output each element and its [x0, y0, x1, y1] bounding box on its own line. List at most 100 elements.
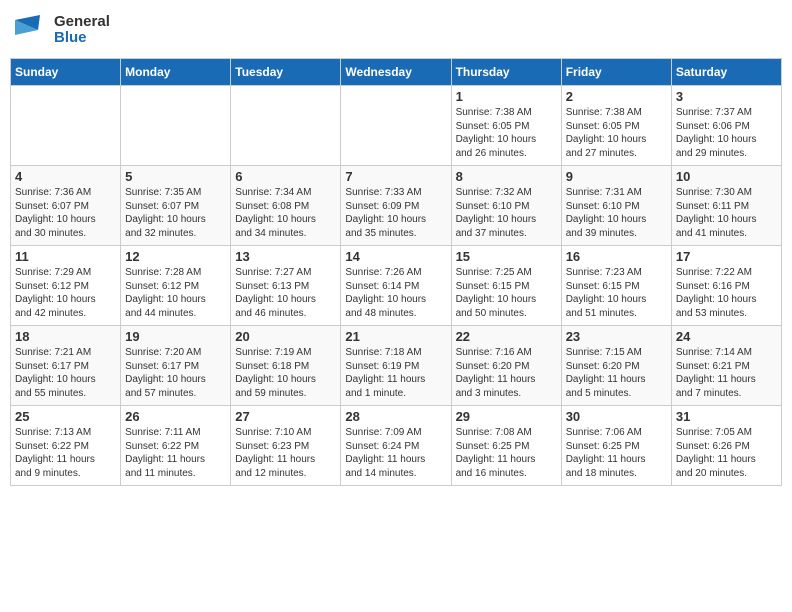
weekday-header: Tuesday: [231, 59, 341, 86]
calendar-cell: 5Sunrise: 7:35 AM Sunset: 6:07 PM Daylig…: [121, 166, 231, 246]
weekday-header: Monday: [121, 59, 231, 86]
calendar-cell: 20 Sunrise: 7:19 AM Sunset: 6:18 PM Dayli…: [231, 326, 341, 406]
day-number: 24: [676, 329, 777, 344]
day-info: Sunrise: 7:18 AM Sunset: 6:19 PM Dayligh…: [345, 346, 446, 400]
day-number: 18: [15, 329, 116, 344]
calendar-cell: 22Sunrise: 7:16 AM Sunset: 6:20 PM Dayli…: [451, 326, 561, 406]
day-info: Sunrise: 7:05 AM Sunset: 6:26 PM Dayligh…: [676, 426, 777, 480]
day-info: Sunrise: 7:09 AM Sunset: 6:24 PM Dayligh…: [345, 426, 446, 480]
day-info: Sunrise: 7:38 AM Sunset: 6:05 PM Dayligh…: [456, 106, 557, 160]
weekday-header: Wednesday: [341, 59, 451, 86]
day-info: Sunrise: 7:37 AM Sunset: 6:06 PM Dayligh…: [676, 106, 777, 160]
weekday-header: Thursday: [451, 59, 561, 86]
calendar-cell: 19Sunrise: 7:20 AM Sunset: 6:17 PM Dayli…: [121, 326, 231, 406]
day-info: Sunrise: 7:36 AM Sunset: 6:07 PM Dayligh…: [15, 186, 116, 240]
day-number: 21: [345, 329, 446, 344]
day-info: Sunrise: 7:14 AM Sunset: 6:21 PM Dayligh…: [676, 346, 777, 400]
calendar-cell: 11 Sunrise: 7:29 AM Sunset: 6:12 PM Dayli…: [11, 246, 121, 326]
day-number: 9: [566, 169, 667, 184]
calendar-week-row: 18 Sunrise: 7:21 AM Sunset: 6:17 PM Dayli…: [11, 326, 782, 406]
calendar-table: SundayMondayTuesdayWednesdayThursdayFrid…: [10, 58, 782, 486]
day-number: 13: [235, 249, 336, 264]
logo: GeneralBlue: [10, 10, 110, 50]
calendar-cell: [231, 86, 341, 166]
day-number: 3: [676, 89, 777, 104]
calendar-cell: 21 Sunrise: 7:18 AM Sunset: 6:19 PM Dayli…: [341, 326, 451, 406]
calendar-cell: 17Sunrise: 7:22 AM Sunset: 6:16 PM Dayli…: [671, 246, 781, 326]
day-info: Sunrise: 7:21 AM Sunset: 6:17 PM Dayligh…: [15, 346, 116, 400]
calendar-cell: 12 Sunrise: 7:28 AM Sunset: 6:12 PM Dayli…: [121, 246, 231, 326]
calendar-cell: 29 Sunrise: 7:08 AM Sunset: 6:25 PM Dayli…: [451, 406, 561, 486]
calendar-cell: 3 Sunrise: 7:37 AM Sunset: 6:06 PM Daylig…: [671, 86, 781, 166]
day-info: Sunrise: 7:34 AM Sunset: 6:08 PM Dayligh…: [235, 186, 336, 240]
day-number: 11: [15, 249, 116, 264]
day-info: Sunrise: 7:13 AM Sunset: 6:22 PM Dayligh…: [15, 426, 116, 480]
calendar-cell: 24 Sunrise: 7:14 AM Sunset: 6:21 PM Dayli…: [671, 326, 781, 406]
day-info: Sunrise: 7:25 AM Sunset: 6:15 PM Dayligh…: [456, 266, 557, 320]
calendar-cell: 10 Sunrise: 7:30 AM Sunset: 6:11 PM Dayli…: [671, 166, 781, 246]
day-info: Sunrise: 7:06 AM Sunset: 6:25 PM Dayligh…: [566, 426, 667, 480]
calendar-cell: [341, 86, 451, 166]
day-info: Sunrise: 7:33 AM Sunset: 6:09 PM Dayligh…: [345, 186, 446, 240]
weekday-row: SundayMondayTuesdayWednesdayThursdayFrid…: [11, 59, 782, 86]
day-info: Sunrise: 7:30 AM Sunset: 6:11 PM Dayligh…: [676, 186, 777, 240]
day-info: Sunrise: 7:19 AM Sunset: 6:18 PM Dayligh…: [235, 346, 336, 400]
calendar-week-row: 1Sunrise: 7:38 AM Sunset: 6:05 PM Daylig…: [11, 86, 782, 166]
day-number: 17: [676, 249, 777, 264]
day-number: 30: [566, 409, 667, 424]
day-info: Sunrise: 7:15 AM Sunset: 6:20 PM Dayligh…: [566, 346, 667, 400]
day-number: 23: [566, 329, 667, 344]
calendar-cell: 14Sunrise: 7:26 AM Sunset: 6:14 PM Dayli…: [341, 246, 451, 326]
weekday-header: Sunday: [11, 59, 121, 86]
calendar-cell: 18 Sunrise: 7:21 AM Sunset: 6:17 PM Dayli…: [11, 326, 121, 406]
calendar-cell: 8 Sunrise: 7:32 AM Sunset: 6:10 PM Daylig…: [451, 166, 561, 246]
day-info: Sunrise: 7:11 AM Sunset: 6:22 PM Dayligh…: [125, 426, 226, 480]
day-number: 6: [235, 169, 336, 184]
day-number: 28: [345, 409, 446, 424]
day-number: 14: [345, 249, 446, 264]
day-info: Sunrise: 7:27 AM Sunset: 6:13 PM Dayligh…: [235, 266, 336, 320]
calendar-week-row: 25 Sunrise: 7:13 AM Sunset: 6:22 PM Dayli…: [11, 406, 782, 486]
day-number: 7: [345, 169, 446, 184]
day-info: Sunrise: 7:08 AM Sunset: 6:25 PM Dayligh…: [456, 426, 557, 480]
calendar-header: SundayMondayTuesdayWednesdayThursdayFrid…: [11, 59, 782, 86]
day-number: 16: [566, 249, 667, 264]
day-number: 2: [566, 89, 667, 104]
calendar-cell: 28 Sunrise: 7:09 AM Sunset: 6:24 PM Dayli…: [341, 406, 451, 486]
day-info: Sunrise: 7:20 AM Sunset: 6:17 PM Dayligh…: [125, 346, 226, 400]
day-number: 12: [125, 249, 226, 264]
day-info: Sunrise: 7:35 AM Sunset: 6:07 PM Dayligh…: [125, 186, 226, 240]
calendar-cell: 15 Sunrise: 7:25 AM Sunset: 6:15 PM Dayli…: [451, 246, 561, 326]
day-info: Sunrise: 7:38 AM Sunset: 6:05 PM Dayligh…: [566, 106, 667, 160]
calendar-cell: 6 Sunrise: 7:34 AM Sunset: 6:08 PM Daylig…: [231, 166, 341, 246]
day-info: Sunrise: 7:31 AM Sunset: 6:10 PM Dayligh…: [566, 186, 667, 240]
calendar-cell: 23 Sunrise: 7:15 AM Sunset: 6:20 PM Dayli…: [561, 326, 671, 406]
day-info: Sunrise: 7:28 AM Sunset: 6:12 PM Dayligh…: [125, 266, 226, 320]
weekday-header: Friday: [561, 59, 671, 86]
calendar-week-row: 4Sunrise: 7:36 AM Sunset: 6:07 PM Daylig…: [11, 166, 782, 246]
calendar-cell: 26Sunrise: 7:11 AM Sunset: 6:22 PM Dayli…: [121, 406, 231, 486]
day-number: 22: [456, 329, 557, 344]
calendar-cell: [11, 86, 121, 166]
logo-svg: [10, 10, 50, 50]
day-info: Sunrise: 7:32 AM Sunset: 6:10 PM Dayligh…: [456, 186, 557, 240]
day-number: 25: [15, 409, 116, 424]
calendar-cell: 31 Sunrise: 7:05 AM Sunset: 6:26 PM Dayli…: [671, 406, 781, 486]
weekday-header: Saturday: [671, 59, 781, 86]
calendar-cell: 16Sunrise: 7:23 AM Sunset: 6:15 PM Dayli…: [561, 246, 671, 326]
day-info: Sunrise: 7:10 AM Sunset: 6:23 PM Dayligh…: [235, 426, 336, 480]
day-number: 10: [676, 169, 777, 184]
calendar-cell: 13 Sunrise: 7:27 AM Sunset: 6:13 PM Dayli…: [231, 246, 341, 326]
day-number: 20: [235, 329, 336, 344]
day-number: 8: [456, 169, 557, 184]
calendar-cell: 25 Sunrise: 7:13 AM Sunset: 6:22 PM Dayli…: [11, 406, 121, 486]
calendar-body: 1Sunrise: 7:38 AM Sunset: 6:05 PM Daylig…: [11, 86, 782, 486]
calendar-cell: 4Sunrise: 7:36 AM Sunset: 6:07 PM Daylig…: [11, 166, 121, 246]
calendar-cell: 2 Sunrise: 7:38 AM Sunset: 6:05 PM Daylig…: [561, 86, 671, 166]
day-number: 15: [456, 249, 557, 264]
day-info: Sunrise: 7:29 AM Sunset: 6:12 PM Dayligh…: [15, 266, 116, 320]
logo-text: GeneralBlue: [54, 14, 110, 47]
page-header: GeneralBlue: [10, 10, 782, 50]
day-number: 29: [456, 409, 557, 424]
day-number: 31: [676, 409, 777, 424]
